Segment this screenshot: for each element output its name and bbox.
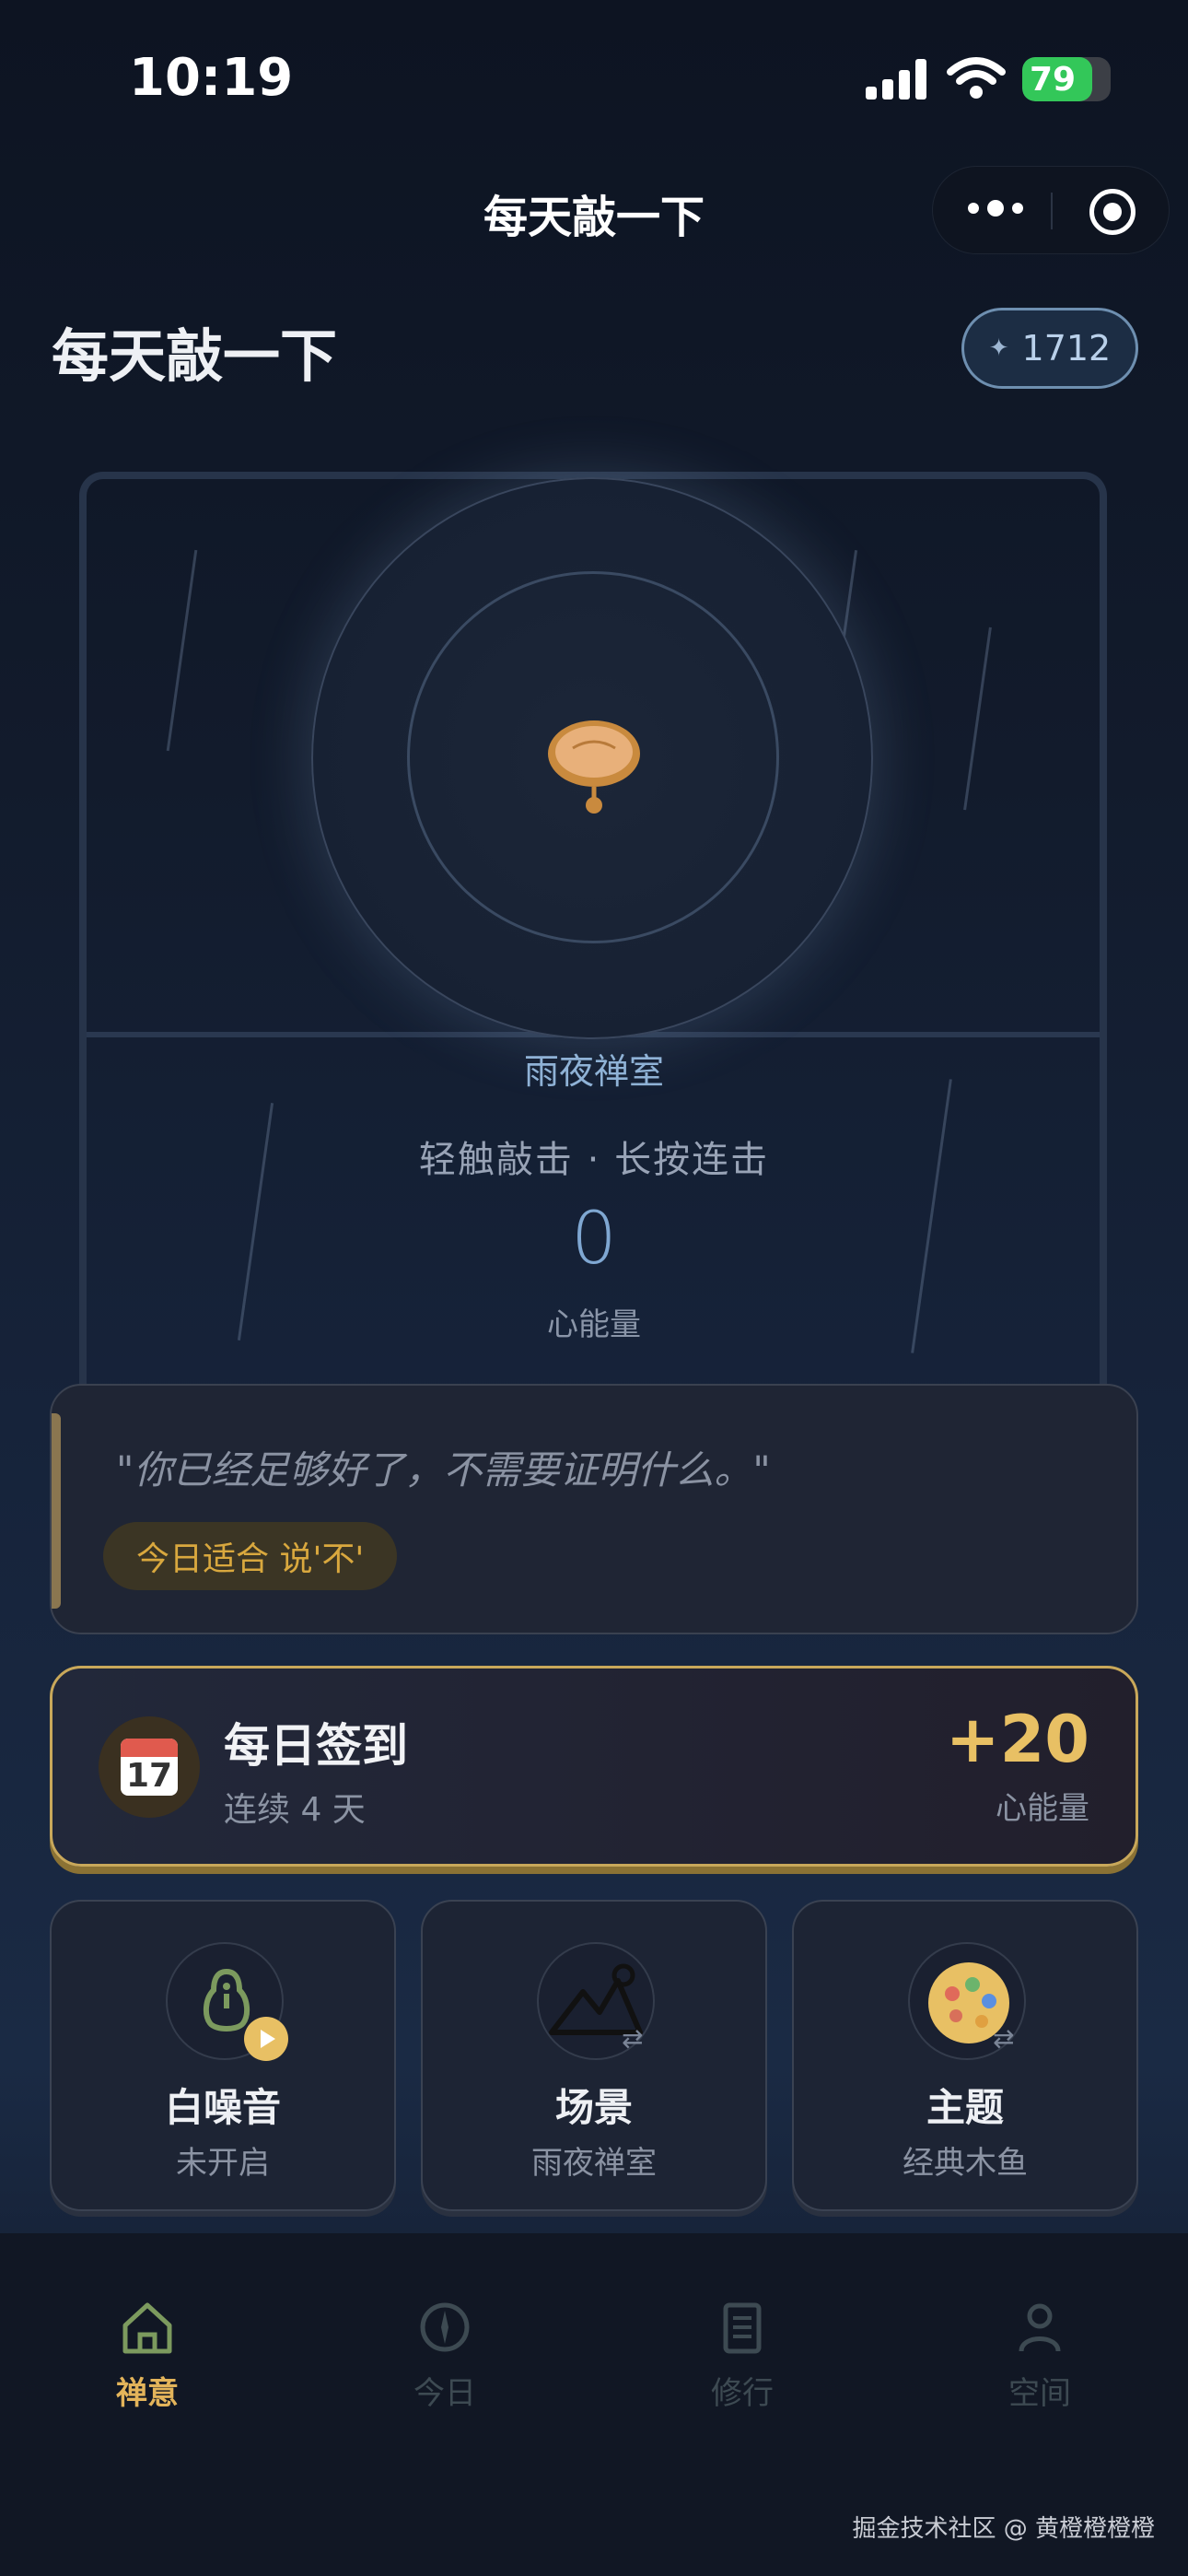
feature-sub: 雨夜禅室 <box>531 2145 657 2182</box>
cellular-signal-icon <box>866 59 930 100</box>
tab-label: 空间 <box>1008 2375 1071 2412</box>
swap-icon: ⇄ <box>622 2023 644 2054</box>
tap-hint: 轻触敲击 · 长按连击 <box>418 1139 770 1181</box>
quote-text: "你已经足够好了，不需要证明什么。" <box>116 1447 771 1493</box>
tab-today[interactable]: 今日 <box>353 2298 537 2413</box>
daily-quote-card: "你已经足够好了，不需要证明什么。" 今日适合 说'不' <box>50 1384 1138 1634</box>
feature-label: 白噪音 <box>164 2085 281 2130</box>
feature-sub: 经典木鱼 <box>903 2145 1028 2182</box>
calendar-day: 17 <box>125 1757 173 1795</box>
scene-card[interactable]: ⇄ 场景 雨夜禅室 <box>421 1900 767 2211</box>
page-title: 每天敲一下 <box>52 322 338 390</box>
white-noise-icon <box>166 1942 288 2061</box>
energy-counter-label: 心能量 <box>547 1306 641 1343</box>
daily-checkin-card[interactable]: 17 每日签到 连续 4 天 +20 心能量 <box>50 1666 1138 1867</box>
tab-zen[interactable]: 禅意 <box>55 2298 239 2413</box>
wooden-fish-icon[interactable] <box>545 715 643 816</box>
more-icon[interactable] <box>968 200 1023 217</box>
tab-label: 禅意 <box>116 2375 179 2412</box>
checkin-reward: +20 <box>945 1702 1089 1777</box>
calendar-icon: 17 <box>99 1716 200 1818</box>
watermark: 掘金技术社区 @ 黄橙橙橙橙 <box>852 2515 1155 2543</box>
feature-label: 场景 <box>554 2085 633 2130</box>
checkin-reward-unit: 心能量 <box>996 1790 1089 1827</box>
energy-badge[interactable]: ✦ 1712 <box>961 308 1138 389</box>
compass-icon <box>420 2302 470 2352</box>
energy-value: 1712 <box>1021 328 1112 369</box>
checkin-title: 每日签到 <box>224 1719 408 1773</box>
feature-label: 主题 <box>926 2085 1004 2130</box>
miniprogram-capsule <box>932 166 1170 254</box>
play-icon <box>244 2017 288 2061</box>
swap-icon: ⇄ <box>993 2023 1015 2054</box>
quote-accent-bar <box>52 1413 61 1609</box>
white-noise-card[interactable]: 白噪音 未开启 <box>50 1900 396 2211</box>
quote-tag: 今日适合 说'不' <box>103 1522 398 1590</box>
checkin-streak: 连续 4 天 <box>224 1791 366 1829</box>
notebook-icon <box>723 2302 762 2354</box>
battery-indicator: 79 <box>1022 57 1111 101</box>
wifi-icon <box>947 57 1006 99</box>
status-time: 10:19 <box>129 48 294 108</box>
home-icon <box>122 2302 172 2354</box>
sparkle-icon: ✦ <box>988 334 1009 362</box>
capsule-divider <box>1051 193 1053 229</box>
tab-practice[interactable]: 修行 <box>650 2298 834 2413</box>
scene-name: 雨夜禅室 <box>523 1051 664 1092</box>
tab-label: 修行 <box>711 2375 774 2412</box>
tab-label: 今日 <box>413 2375 476 2412</box>
theme-card[interactable]: ⇄ 主题 经典木鱼 <box>792 1900 1138 2211</box>
tab-space[interactable]: 空间 <box>948 2298 1132 2413</box>
feature-sub: 未开启 <box>176 2145 270 2182</box>
close-target-icon[interactable] <box>1089 189 1136 235</box>
status-bar: 10:19 79 <box>0 0 1188 157</box>
battery-level: 79 <box>1030 61 1077 99</box>
energy-counter: 0 <box>571 1198 617 1281</box>
user-icon <box>1019 2303 1061 2352</box>
